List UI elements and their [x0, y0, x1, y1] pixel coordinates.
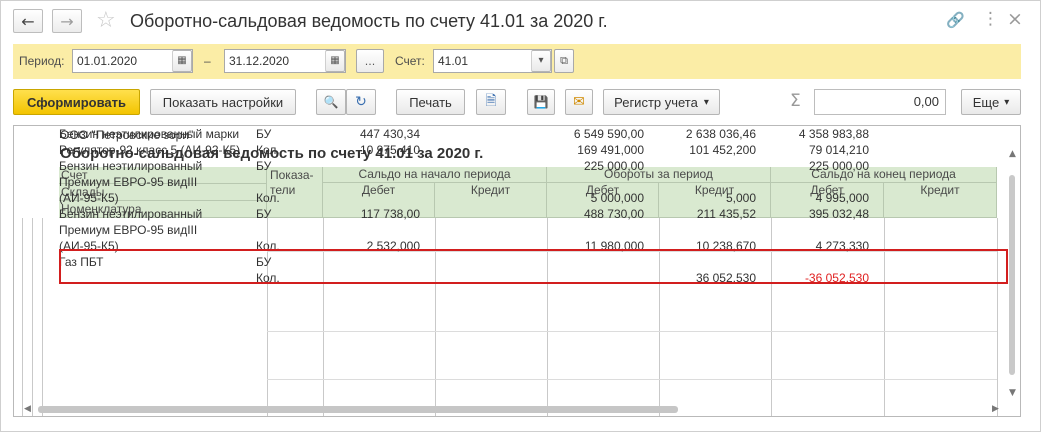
open-account-button[interactable]: ⧉	[554, 49, 574, 73]
more-label: Еще	[972, 94, 1000, 110]
scroll-right-icon[interactable]: ▶	[992, 404, 999, 414]
cell-td: 225 000,00	[583, 159, 644, 173]
save-button[interactable]: 💾	[527, 89, 555, 115]
preview-icon: 🗎	[485, 93, 497, 109]
chevron-down-icon: ▾	[1004, 96, 1010, 108]
page-title: Оборотно-сальдовая ведомость по счету 41…	[130, 11, 608, 31]
cell-cd: 4 358 983,88	[798, 127, 869, 141]
search-icon: 🔍	[323, 95, 339, 109]
cell-od: 447 430,34	[359, 127, 420, 141]
search-button[interactable]: 🔍	[316, 89, 346, 115]
grid-line	[997, 218, 998, 416]
cell-name: Регулятор-92 класс 5 (АИ-92-К5)	[59, 143, 241, 157]
period-dash: –	[204, 54, 211, 68]
date-from-value: 01.01.2020	[77, 54, 138, 68]
forward-button[interactable]: →	[52, 9, 82, 33]
header-opening: Сальдо на начало периода	[323, 167, 547, 183]
close-icon[interactable]: ×	[1007, 8, 1023, 30]
cell-od: 10 975,410	[359, 143, 420, 157]
date-from-field[interactable]: 01.01.2020 ▦	[72, 49, 193, 73]
cell-tc: 211 435,52	[696, 207, 756, 221]
tree-line	[42, 218, 43, 416]
sigma-icon: Σ	[790, 91, 801, 111]
account-value: 41.01	[438, 54, 469, 68]
calendar-icon[interactable]: ▦	[172, 50, 192, 72]
horizontal-scrollbar-thumb[interactable]	[38, 406, 678, 413]
date-to-value: 31.12.2020	[229, 54, 290, 68]
generate-button[interactable]: Сформировать	[13, 89, 140, 115]
header-credit: Кредит	[884, 183, 997, 218]
account-field[interactable]: 41.01 ▾	[433, 49, 552, 73]
arrow-left-icon: ←	[21, 11, 35, 31]
scroll-left-icon[interactable]: ◀	[24, 404, 31, 414]
show-settings-button[interactable]: Показать настройки	[150, 89, 296, 115]
account-label: Счет:	[395, 54, 425, 68]
mail-icon: ✉	[573, 94, 585, 110]
cell-name: Бензин неэтилированный марки	[59, 127, 240, 141]
period-bar: Период: 01.01.2020 ▦ – 31.12.2020 ▦ ... …	[13, 44, 1021, 79]
choose-period-button[interactable]: ...	[356, 49, 384, 73]
grid-line	[884, 218, 885, 416]
register-button[interactable]: Регистр учета ▾	[603, 89, 720, 115]
highlight-box	[59, 249, 1008, 284]
mail-button[interactable]: ✉	[565, 89, 593, 115]
cell-ind: БУ	[256, 159, 272, 173]
cell-name: Премиум ЕВРО-95 видIII	[59, 223, 198, 237]
header-credit: Кредит	[435, 183, 547, 218]
date-to-field[interactable]: 31.12.2020 ▦	[224, 49, 346, 73]
print-button[interactable]: Печать	[396, 89, 465, 115]
report-area[interactable]: ООО "Петровские зори" Оборотно-сальдовая…	[13, 125, 1021, 417]
scroll-up-icon[interactable]: ▲	[1009, 149, 1016, 159]
save-icon: 💾	[533, 95, 549, 109]
cell-od: 117 738,00	[360, 207, 420, 221]
cell-cd: 79 014,210	[808, 143, 869, 157]
vertical-scrollbar-thumb[interactable]	[1009, 175, 1015, 375]
row-separator	[267, 379, 997, 380]
more-button[interactable]: Еще ▾	[961, 89, 1021, 115]
cell-ind: Кол.	[256, 191, 280, 205]
calendar-icon[interactable]: ▦	[325, 50, 345, 72]
cell-td: 169 491,000	[577, 143, 644, 157]
more-vertical-icon[interactable]: ⋮	[982, 9, 999, 29]
tree-line	[22, 218, 23, 416]
cell-name: Премиум ЕВРО-95 видIII	[59, 175, 198, 189]
tree-line	[32, 218, 33, 416]
cell-cd: 225 000,00	[808, 159, 869, 173]
cell-td: 488 730,00	[583, 207, 644, 221]
register-label: Регистр учета	[614, 94, 698, 110]
cell-ind: Кол.	[256, 143, 280, 157]
cell-name: Бензин неэтилированный	[59, 207, 203, 221]
cell-cd: 4 995,000	[815, 191, 869, 205]
back-button[interactable]: ←	[13, 9, 43, 33]
search-refresh-button[interactable]: ↻	[346, 89, 376, 115]
star-icon[interactable]: ☆	[96, 8, 116, 33]
cell-tc: 5,000	[725, 191, 756, 205]
chevron-down-icon: ▾	[703, 96, 709, 108]
row-separator	[267, 331, 997, 332]
period-label: Период:	[19, 54, 65, 68]
sum-field[interactable]: 0,00	[814, 89, 946, 115]
grid-line	[435, 218, 436, 416]
cell-td: 5 000,000	[590, 191, 644, 205]
cell-ind: БУ	[256, 207, 272, 221]
scroll-down-icon[interactable]: ▼	[1009, 388, 1016, 398]
cell-td: 6 549 590,00	[573, 127, 644, 141]
link-icon[interactable]: 🔗	[946, 11, 965, 29]
refresh-search-icon: ↻	[355, 94, 367, 110]
cell-name: (АИ-95-К5)	[59, 191, 119, 205]
arrow-right-icon: →	[60, 11, 74, 31]
cell-name: Бензин неэтилированный	[59, 159, 203, 173]
preview-button[interactable]: 🗎	[476, 89, 506, 115]
cell-tc: 2 638 036,46	[685, 127, 756, 141]
chevron-down-icon[interactable]: ▾	[531, 50, 551, 72]
cell-cd: 395 032,48	[808, 207, 869, 221]
cell-ind: БУ	[256, 127, 272, 141]
open-icon: ⧉	[560, 54, 568, 67]
cell-tc: 101 452,200	[689, 143, 756, 157]
